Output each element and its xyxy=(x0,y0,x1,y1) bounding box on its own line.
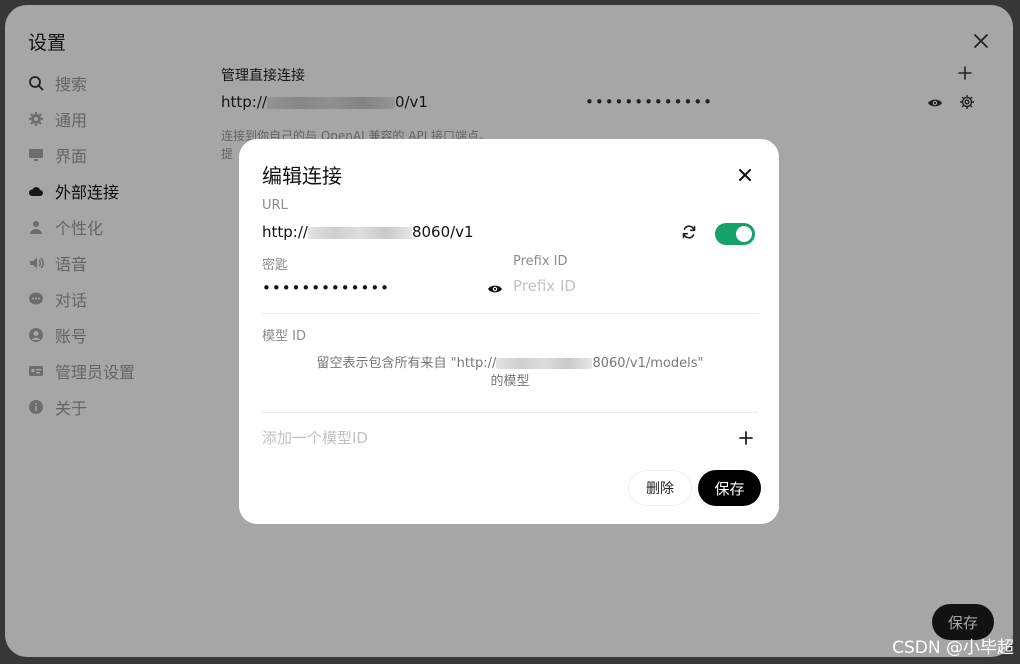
add-model-id-input[interactable] xyxy=(262,429,722,447)
model-hint-line-1: 留空表示包含所有来自 "http:// 8060/v1/models" xyxy=(262,355,758,373)
add-model-button[interactable] xyxy=(739,428,753,448)
close-modal-button[interactable] xyxy=(733,163,757,187)
plus-icon xyxy=(739,431,753,445)
divider xyxy=(262,412,758,413)
url-prefix: http:// xyxy=(262,223,308,241)
toggle-key-visibility-button[interactable] xyxy=(487,281,503,300)
key-label: 密匙 xyxy=(262,258,289,273)
divider xyxy=(262,313,758,314)
model-hint-suffix: 8060/v1/models" xyxy=(592,356,704,371)
edit-connection-modal: 编辑连接 URL http:// 8060/v1 密匙 Prefix ID •••… xyxy=(239,139,779,524)
model-id-label: 模型 ID xyxy=(262,329,306,344)
verify-connection-button[interactable] xyxy=(681,224,697,244)
prefix-id-input[interactable] xyxy=(513,277,753,295)
save-button[interactable]: 保存 xyxy=(698,470,761,506)
delete-button[interactable]: 删除 xyxy=(629,471,691,505)
close-icon xyxy=(739,169,751,181)
model-hint-line-2: 的模型 xyxy=(490,374,530,389)
connection-enabled-toggle[interactable] xyxy=(715,223,755,245)
api-key-input[interactable]: ••••••••••••• xyxy=(262,279,492,297)
url-suffix: 8060/v1 xyxy=(411,223,474,241)
redacted-host xyxy=(496,358,593,369)
modal-title: 编辑连接 xyxy=(262,164,342,188)
redacted-host xyxy=(307,226,412,239)
model-hint: 留空表示包含所有来自 "http:// 8060/v1/models" 的模型 xyxy=(262,355,758,391)
eye-icon xyxy=(488,285,502,293)
model-hint-prefix: 留空表示包含所有来自 "http:// xyxy=(316,356,497,371)
url-input[interactable]: http:// 8060/v1 xyxy=(262,223,474,241)
toggle-knob xyxy=(736,226,752,242)
watermark: CSDN @小毕超 xyxy=(892,638,1014,658)
url-label: URL xyxy=(262,198,288,213)
refresh-icon xyxy=(682,225,696,239)
prefix-id-label: Prefix ID xyxy=(513,254,568,269)
